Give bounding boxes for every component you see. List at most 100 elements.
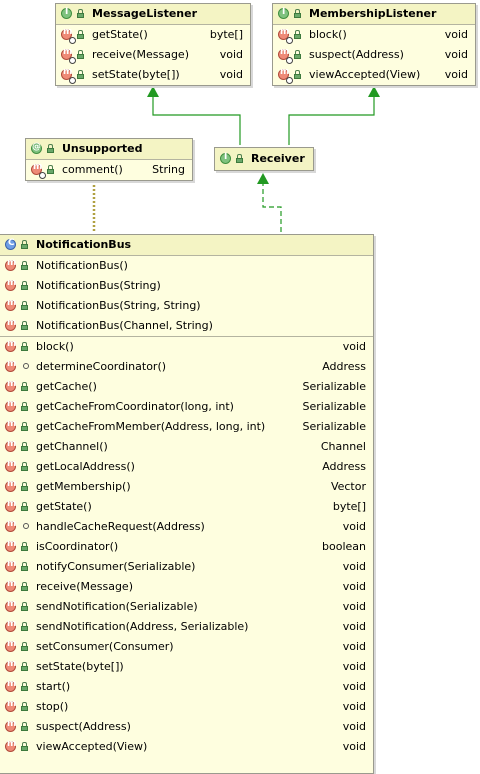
public-lock-icon [21,382,28,391]
notificationbus-class[interactable]: NotificationBus NotificationBus() Notific… [0,234,374,774]
method-row[interactable]: handleCacheRequest(Address) void [0,517,373,537]
method-icon [5,258,16,271]
public-lock-icon [21,342,28,351]
public-lock-icon [21,622,28,631]
method-icon [5,739,16,752]
method-name: setState(byte[]) [36,660,124,673]
abstract-overlay-icon [69,37,76,44]
method-name: viewAccepted(View) [309,68,421,81]
public-lock-icon [47,165,54,174]
public-lock-icon [21,281,28,290]
public-lock-icon [21,642,28,651]
abstract-overlay-icon [286,77,293,84]
constructor-row[interactable]: NotificationBus(Channel, String) [0,316,373,336]
public-lock-icon [21,422,28,431]
membershiplistener-methods: block() void suspect(Address) void viewA… [273,25,475,85]
method-name: viewAccepted(View) [36,740,148,753]
method-name: receive(Message) [92,48,189,61]
method-row[interactable]: sendNotification(Address, Serializable) v… [0,617,373,637]
public-lock-icon [21,261,28,270]
unsupported-title: Unsupported [62,142,143,155]
method-return-type: Serializable [302,420,366,433]
method-row[interactable]: getState() byte[] [56,25,250,45]
method-row[interactable]: receive(Message) void [56,45,250,65]
method-name: stop() [36,700,69,713]
method-row[interactable]: start() void [0,677,373,697]
unsupported-annotation[interactable]: Unsupported comment() String [25,138,193,181]
method-row[interactable]: notifyConsumer(Serializable) void [0,557,373,577]
public-lock-icon [21,602,28,611]
public-lock-icon [21,562,28,571]
method-return-type: void [342,560,366,573]
method-row[interactable]: suspect(Address) void [273,45,475,65]
method-row[interactable]: block() void [273,25,475,45]
method-row[interactable]: getCacheFromCoordinator(long, int) Serial… [0,397,373,417]
constructor-row[interactable]: NotificationBus() [0,256,373,276]
method-row[interactable]: isCoordinator() boolean [0,537,373,557]
method-return-type: Address [322,360,366,373]
membershiplistener-interface[interactable]: MembershipListener block() void suspect(… [272,3,476,86]
public-lock-icon [21,542,28,551]
membershiplistener-arrowhead [368,86,380,97]
notificationbus-header: NotificationBus [0,235,373,256]
method-row[interactable]: getChannel() Channel [0,437,373,457]
method-name: suspect(Address) [309,48,404,61]
receiver-interface[interactable]: Receiver [214,147,314,171]
method-row[interactable]: setConsumer(Consumer) void [0,637,373,657]
public-lock-icon [21,702,28,711]
method-icon [5,719,16,732]
constructor-row[interactable]: NotificationBus(String, String) [0,296,373,316]
method-row[interactable]: getState() byte[] [0,497,373,517]
abstract-overlay-icon [39,172,46,179]
method-icon [5,639,16,652]
method-row[interactable]: sendNotification(Serializable) void [0,597,373,617]
method-name: comment() [62,163,123,176]
method-row[interactable]: setState(byte[]) void [56,65,250,85]
method-row[interactable]: setState(byte[]) void [0,657,373,677]
method-row[interactable]: suspect(Address) void [0,717,373,737]
method-return-type: void [342,640,366,653]
public-lock-icon [21,301,28,310]
constructor-row[interactable]: NotificationBus(String) [0,276,373,296]
method-name: getCache() [36,380,97,393]
receiver-title: Receiver [251,152,305,165]
messagelistener-title: MessageListener [92,7,198,20]
method-icon [5,359,16,372]
method-name: setState(byte[]) [92,68,180,81]
method-row[interactable]: viewAccepted(View) void [0,737,373,757]
receiver-arrowhead [257,173,269,184]
method-name: receive(Message) [36,580,133,593]
method-return-type: void [342,700,366,713]
method-row[interactable]: getCacheFromMember(Address, long, int) Se… [0,417,373,437]
unsupported-methods: comment() String [26,160,192,180]
method-row[interactable]: receive(Message) void [0,577,373,597]
abstract-overlay-icon [69,77,76,84]
method-row[interactable]: getCache() Serializable [0,377,373,397]
constructor-name: NotificationBus(String) [36,279,161,292]
method-row[interactable]: viewAccepted(View) void [273,65,475,85]
public-lock-icon [21,240,28,249]
method-name: notifyConsumer(Serializable) [36,560,196,573]
method-row[interactable]: block() void [0,337,373,357]
public-lock-icon [294,70,301,79]
method-name: getCacheFromMember(Address, long, int) [36,420,266,433]
public-lock-icon [21,682,28,691]
method-icon [5,699,16,712]
method-icon [5,579,16,592]
method-name: getState() [36,500,92,513]
method-row[interactable]: comment() String [26,160,192,180]
method-return-type: boolean [322,540,366,553]
messagelistener-interface[interactable]: MessageListener getState() byte[] receiv… [55,3,251,86]
method-row[interactable]: getLocalAddress() Address [0,457,373,477]
method-row[interactable]: stop() void [0,697,373,717]
method-row[interactable]: determineCoordinator() Address [0,357,373,377]
notificationbus-title: NotificationBus [36,238,132,251]
method-row[interactable]: getMembership() Vector [0,477,373,497]
method-name: isCoordinator() [36,540,119,553]
method-return-type: Channel [320,440,366,453]
method-icon [5,539,16,552]
interface-icon [278,7,289,19]
method-icon [5,278,16,291]
public-lock-icon [294,50,301,59]
public-lock-icon [21,462,28,471]
